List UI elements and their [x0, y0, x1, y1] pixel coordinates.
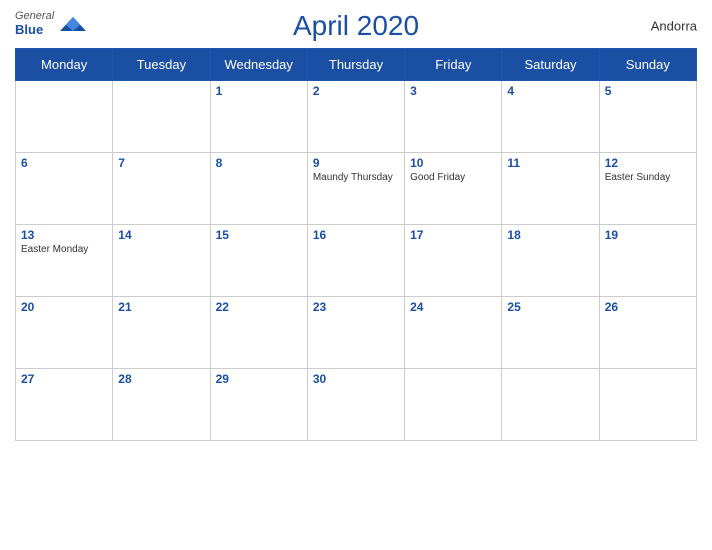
day-number: 28	[118, 372, 204, 386]
header-saturday: Saturday	[502, 49, 599, 81]
calendar-cell: 2	[307, 81, 404, 153]
day-number: 14	[118, 228, 204, 242]
day-number: 7	[118, 156, 204, 170]
logo-area: General Blue	[15, 10, 88, 37]
calendar-cell: 19	[599, 225, 696, 297]
header-wednesday: Wednesday	[210, 49, 307, 81]
day-number: 17	[410, 228, 496, 242]
day-number: 20	[21, 300, 107, 314]
logo-general: General	[15, 10, 54, 22]
header-monday: Monday	[16, 49, 113, 81]
day-number: 6	[21, 156, 107, 170]
day-number: 10	[410, 156, 496, 170]
calendar-cell: 17	[405, 225, 502, 297]
calendar-cell: 21	[113, 297, 210, 369]
header-sunday: Sunday	[599, 49, 696, 81]
calendar-body: 123456789Maundy Thursday10Good Friday111…	[16, 81, 697, 441]
day-number: 22	[216, 300, 302, 314]
country-label: Andorra	[651, 19, 697, 34]
day-number: 23	[313, 300, 399, 314]
day-number: 8	[216, 156, 302, 170]
calendar-cell: 16	[307, 225, 404, 297]
logo-blue: Blue	[15, 22, 54, 37]
calendar-cell	[113, 81, 210, 153]
day-number: 4	[507, 84, 593, 98]
calendar-cell: 8	[210, 153, 307, 225]
calendar-cell	[599, 369, 696, 441]
calendar-cell: 7	[113, 153, 210, 225]
calendar-cell: 20	[16, 297, 113, 369]
calendar-cell: 27	[16, 369, 113, 441]
day-event: Easter Sunday	[605, 172, 691, 183]
day-number: 30	[313, 372, 399, 386]
day-number: 16	[313, 228, 399, 242]
calendar-cell: 14	[113, 225, 210, 297]
calendar-cell: 13 Easter Monday	[16, 225, 113, 297]
day-number: 9	[313, 156, 399, 170]
calendar-grid: Monday Tuesday Wednesday Thursday Friday…	[15, 48, 697, 441]
weekday-header-row: Monday Tuesday Wednesday Thursday Friday…	[16, 49, 697, 81]
calendar-cell: 12 Easter Sunday	[599, 153, 696, 225]
calendar-cell: 6	[16, 153, 113, 225]
day-number: 21	[118, 300, 204, 314]
calendar-week-row: 27 28 29 30	[16, 369, 697, 441]
calendar-cell: 18	[502, 225, 599, 297]
page-title: April 2020	[293, 10, 419, 42]
day-number: 15	[216, 228, 302, 242]
calendar-week-row: 13 Easter Monday 14 15 16 17 18 19	[16, 225, 697, 297]
calendar-cell: 3	[405, 81, 502, 153]
calendar-week-row: 6789 Maundy Thursday 10 Good Friday 11 12 East…	[16, 153, 697, 225]
header-thursday: Thursday	[307, 49, 404, 81]
calendar-cell: 23	[307, 297, 404, 369]
day-number: 11	[507, 156, 593, 170]
header-friday: Friday	[405, 49, 502, 81]
calendar-cell	[405, 369, 502, 441]
calendar-cell: 10 Good Friday	[405, 153, 502, 225]
day-number: 1	[216, 84, 302, 98]
day-number: 29	[216, 372, 302, 386]
header-tuesday: Tuesday	[113, 49, 210, 81]
day-number: 26	[605, 300, 691, 314]
calendar-cell: 30	[307, 369, 404, 441]
day-number: 19	[605, 228, 691, 242]
calendar-cell: 22	[210, 297, 307, 369]
day-number: 18	[507, 228, 593, 242]
calendar-cell: 15	[210, 225, 307, 297]
calendar-cell	[16, 81, 113, 153]
day-number: 5	[605, 84, 691, 98]
calendar-cell: 25	[502, 297, 599, 369]
calendar-cell	[502, 369, 599, 441]
day-number: 13	[21, 228, 107, 242]
calendar-week-row: 12345	[16, 81, 697, 153]
day-event: Maundy Thursday	[313, 172, 399, 183]
day-number: 27	[21, 372, 107, 386]
calendar-cell: 11	[502, 153, 599, 225]
day-number: 25	[507, 300, 593, 314]
calendar-cell: 1	[210, 81, 307, 153]
day-number: 12	[605, 156, 691, 170]
calendar-cell: 24	[405, 297, 502, 369]
calendar-cell: 26	[599, 297, 696, 369]
calendar-header: General Blue April 2020 Andorra	[15, 10, 697, 42]
calendar-cell: 5	[599, 81, 696, 153]
day-number: 24	[410, 300, 496, 314]
calendar-cell: 29	[210, 369, 307, 441]
day-number: 3	[410, 84, 496, 98]
calendar-container: General Blue April 2020 Andorra Monday T…	[0, 0, 712, 550]
day-event: Good Friday	[410, 172, 496, 183]
logo-icon	[58, 15, 88, 33]
day-event: Easter Monday	[21, 244, 107, 255]
calendar-week-row: 20 21 22 23 24 25 26	[16, 297, 697, 369]
calendar-cell: 28	[113, 369, 210, 441]
calendar-cell: 4	[502, 81, 599, 153]
day-number: 2	[313, 84, 399, 98]
calendar-cell: 9 Maundy Thursday	[307, 153, 404, 225]
